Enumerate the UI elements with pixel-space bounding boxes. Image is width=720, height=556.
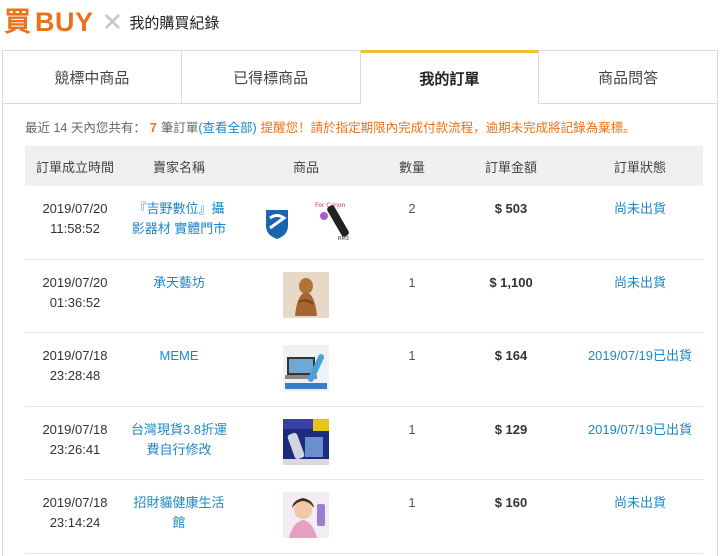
header-status: 訂單狀態 [613,159,666,175]
product-thumbs [233,271,379,318]
order-status[interactable]: 尚未出貨 [577,273,703,293]
order-amount: $ 164 [494,348,528,363]
header-seller: 賣家名稱 [152,159,205,175]
orders-panel: 最近 14 天內您共有： 7 筆訂單(查看全部) 提醒您！請於指定期限內完成付款流程，… [2,104,718,556]
product-thumbs [233,345,379,391]
order-status[interactable]: 尚未出貨 [577,199,703,219]
table-row[interactable]: 2019/07/20 01:36:52 承天藝坊 1 $ 1,100 尚未出貨 [25,260,703,333]
order-status[interactable]: 尚未出貨 [577,493,703,513]
header-amount: 訂單金額 [484,159,537,175]
header-order-time: 訂單成立時間 [35,159,114,175]
table-row[interactable]: 2019/07/18 23:28:48 MEME 1 $ 164 2019/07… [25,333,703,407]
notice-prefix: 最近 14 天內您共有： [25,121,146,135]
order-status[interactable]: 2019/07/19已出貨 [577,346,703,366]
view-all-link[interactable]: (查看全部) [198,121,256,135]
product-thumbs [233,418,379,465]
order-date: 2019/07/18 [42,495,108,510]
order-date: 2019/07/20 [42,201,108,216]
quantity: 1 [408,348,416,363]
wood-carving-thumbnail[interactable] [283,271,329,318]
separator-icon: ✕ [101,7,124,37]
order-time: 2019/07/18 23:14:24 [25,493,125,533]
order-amount: $ 503 [494,201,528,216]
table-row[interactable]: 2019/07/18 23:26:41 台灣現貨3.8折運費自行修改 1 $ 1… [25,407,703,480]
seller-link[interactable]: 招財貓健康生活館 [125,493,233,533]
quantity: 1 [408,495,416,510]
logo-glyph: 買 [4,6,31,38]
shield-logo-thumbnail[interactable] [254,198,300,244]
order-count: 7 [149,121,157,135]
order-date: 2019/07/18 [42,421,108,437]
order-amount: $ 1,100 [489,274,533,290]
tab-bar: 競標中商品 已得標商品 我的訂單 商品問答 [2,50,718,104]
header-quantity: 數量 [398,159,425,175]
order-time: 2019/07/20 01:36:52 [25,273,125,313]
logo-text: BUY [35,6,94,37]
order-date: 2019/07/20 [42,274,108,290]
quantity: 1 [408,421,416,437]
app-header: 買 BUY ✕ 我的購買紀錄 [0,0,720,44]
svg-text:RM3: RM3 [338,236,349,242]
tab-bidding-items[interactable]: 競標中商品 [3,51,182,104]
orders-table: 訂單成立時間 賣家名稱 商品 數量 訂單金額 訂單狀態 2019/07/20 1… [25,146,703,554]
blue-device-thumbnail[interactable] [283,418,329,465]
order-time: 2019/07/20 11:58:52 [25,199,125,239]
laptop-gadget-thumbnail[interactable] [283,345,329,391]
seller-link[interactable]: 承天藝坊 [125,273,233,293]
page-title: 我的購買紀錄 [129,14,220,32]
order-clock: 01:36:52 [49,294,101,310]
seller-link[interactable]: 台灣現貨3.8折運費自行修改 [125,420,233,460]
payment-warning: 提醒您！請於指定期限內完成付款流程，逾期未完成將記錄為棄標。 [260,121,636,135]
order-clock: 23:28:48 [49,368,101,383]
header-product: 商品 [292,159,319,175]
table-row[interactable]: 2019/07/20 11:58:52 『吉野數位』攝影器材 實體門市 For … [25,186,703,260]
order-time: 2019/07/18 23:28:48 [25,346,125,386]
order-date: 2019/07/18 [42,348,108,363]
remote-shutter-thumbnail[interactable]: For Canon RM3 [312,198,358,244]
order-amount: $ 160 [494,495,528,510]
tab-won-items[interactable]: 已得標商品 [181,51,361,104]
table-header: 訂單成立時間 賣家名稱 商品 數量 訂單金額 訂單狀態 [25,146,703,186]
order-clock: 23:26:41 [49,441,101,457]
tab-product-qa[interactable]: 商品問答 [539,51,717,104]
notice-suffix: 筆訂單 [160,121,199,135]
orders-notice: 最近 14 天內您共有： 7 筆訂單(查看全部) 提醒您！請於指定期限內完成付款流程，… [25,117,636,136]
order-amount: $ 129 [494,421,528,437]
order-time: 2019/07/18 23:26:41 [25,420,125,460]
product-thumbs: For Canon RM3 [233,198,379,244]
quantity: 1 [408,274,416,290]
tab-my-orders[interactable]: 我的訂單 [360,50,540,104]
product-thumbs [233,492,379,538]
woman-product-thumbnail[interactable] [283,492,329,538]
order-clock: 23:14:24 [49,515,101,530]
order-clock: 11:58:52 [50,221,100,236]
quantity: 2 [408,201,416,216]
order-status[interactable]: 2019/07/19已出貨 [577,420,703,440]
seller-link[interactable]: MEME [125,346,233,366]
buy-logo[interactable]: 買 BUY [4,7,94,38]
table-row[interactable]: 2019/07/18 23:14:24 招財貓健康生活館 1 $ 160 尚未出… [25,480,703,554]
seller-link[interactable]: 『吉野數位』攝影器材 實體門市 [125,199,233,239]
